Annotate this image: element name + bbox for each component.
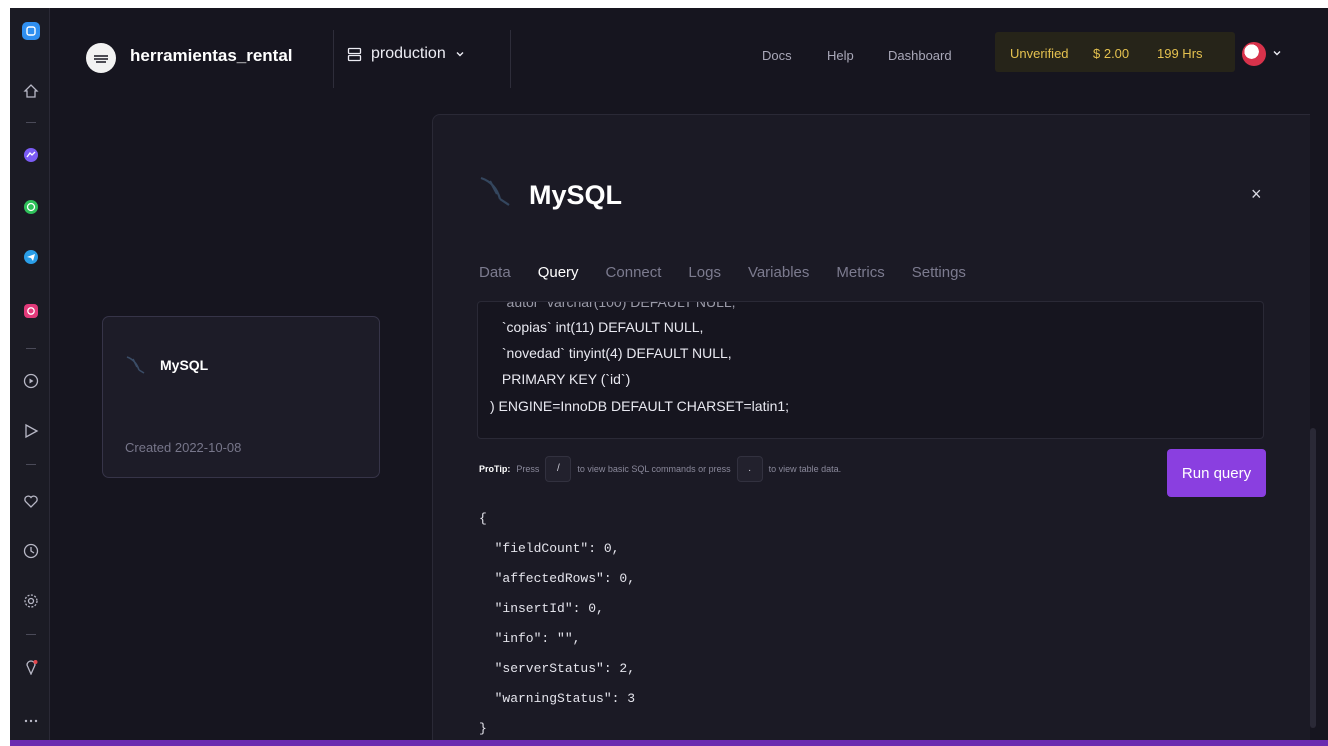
hours-remaining: 199 Hrs [1157,46,1203,61]
avatar[interactable] [1242,42,1266,66]
dock-separator [26,464,36,465]
close-icon[interactable]: × [1251,185,1262,203]
chevron-down-icon[interactable] [1272,48,1282,58]
top-navigation: herramientas_rental production Docs Help… [50,8,1328,104]
result-line: { [479,511,487,526]
tab-data[interactable]: Data [479,264,511,287]
nav-divider [333,30,334,88]
tab-settings[interactable]: Settings [912,264,966,287]
sql-query-editor[interactable]: `autor` varchar(100) DEFAULT NULL, `copi… [477,301,1264,439]
credits-balance: $ 2.00 [1093,46,1130,61]
kbd-period: . [736,456,763,482]
result-line: "affectedRows": 0, [479,571,636,586]
clock-icon[interactable] [22,542,40,560]
project-name[interactable]: herramientas_rental [130,46,293,66]
railway-logo-icon[interactable] [86,43,116,73]
panel-scrollbar[interactable] [1310,428,1316,728]
browser-sidebar-dock [10,8,50,746]
unverified-badge[interactable]: Unverified [1010,46,1069,61]
mysql-dolphin-icon [480,176,510,206]
home-icon[interactable] [22,82,40,100]
server-stack-icon [347,47,362,61]
location-pin-icon[interactable] [22,658,40,676]
panel-tabs: Data Query Connect Logs Variables Metric… [479,264,993,287]
app-window: herramientas_rental production Docs Help… [10,8,1328,746]
service-card-title: MySQL [160,357,209,373]
editor-line: `autor` varchar(100) DEFAULT NULL, [498,301,736,310]
service-card-mysql[interactable]: MySQL Created 2022-10-08 [102,316,380,478]
nav-link-dashboard[interactable]: Dashboard [888,48,952,63]
workspace-icon[interactable] [22,22,40,40]
tab-metrics[interactable]: Metrics [836,264,884,287]
dock-separator [26,122,36,123]
more-icon[interactable] [22,712,40,730]
dock-separator [26,348,36,349]
service-detail-panel: MySQL × Data Query Connect Logs Variable… [432,114,1310,746]
protip-hint: ProTip: Press / to view basic SQL comman… [479,456,841,482]
result-line: "insertId": 0, [479,601,604,616]
editor-line: `novedad` tinyint(4) DEFAULT NULL, [498,345,732,361]
nav-divider [510,30,511,88]
tab-logs[interactable]: Logs [688,264,721,287]
tab-query[interactable]: Query [538,264,579,287]
environment-label: production [371,45,446,62]
send-icon[interactable] [22,422,40,440]
result-line: "serverStatus": 2, [479,661,636,676]
protip-text: to view basic SQL commands or press [577,464,731,474]
editor-line: PRIMARY KEY (`id`) [498,371,631,387]
nav-link-help[interactable]: Help [827,48,854,63]
protip-label: ProTip: [479,464,511,474]
tab-variables[interactable]: Variables [748,264,809,287]
instagram-icon[interactable] [22,302,40,320]
environment-selector[interactable]: production [347,45,465,63]
editor-line: `copias` int(11) DEFAULT NULL, [498,319,704,335]
result-line: } [479,721,487,736]
messenger-icon[interactable] [22,146,40,164]
protip-text: to view table data. [768,464,842,474]
play-circle-icon[interactable] [22,372,40,390]
editor-line: ) ENGINE=InnoDB DEFAULT CHARSET=latin1; [490,398,790,414]
result-line: "info": "", [479,631,581,646]
settings-icon[interactable] [22,592,40,610]
whatsapp-icon[interactable] [22,198,40,216]
result-line: "fieldCount": 0, [479,541,620,556]
nav-link-docs[interactable]: Docs [762,48,792,63]
protip-text: Press [516,464,540,474]
kbd-slash: / [545,456,572,482]
service-card-created-date: Created 2022-10-08 [125,440,242,455]
heart-icon[interactable] [22,492,40,510]
taskbar-strip [10,740,1328,746]
panel-title: MySQL [529,180,623,210]
chevron-down-icon [456,52,464,57]
dock-separator [26,634,36,635]
run-query-button[interactable]: Run query [1167,449,1266,497]
telegram-icon[interactable] [22,248,40,266]
result-line: "warningStatus": 3 [479,691,636,706]
mysql-dolphin-icon [126,356,145,374]
tab-connect[interactable]: Connect [606,264,662,287]
